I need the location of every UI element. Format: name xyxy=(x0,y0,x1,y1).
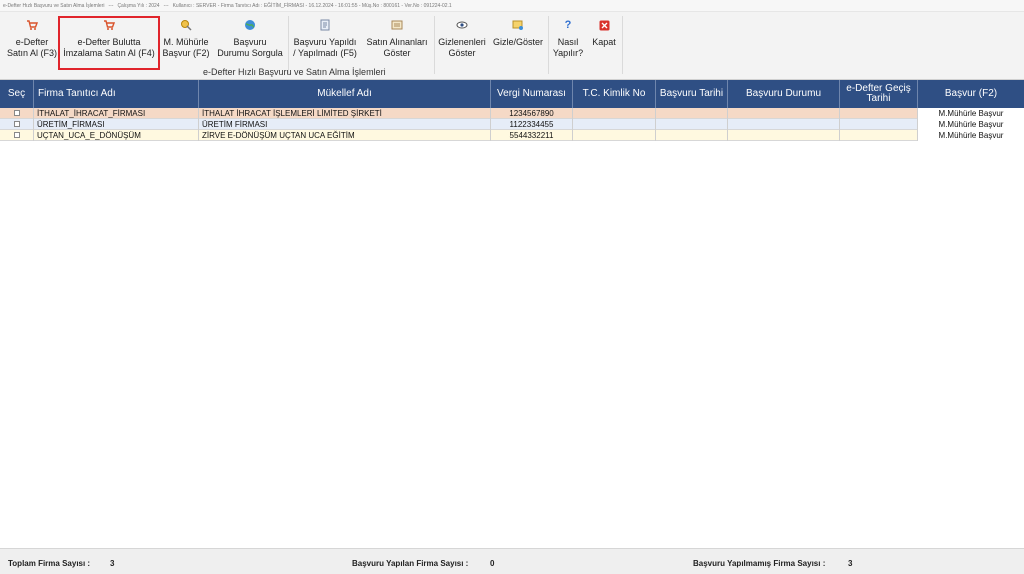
kapat-label: Kapat xyxy=(592,37,616,47)
satin-alinanlari-goster-label: Satın Alınanları Göster xyxy=(366,37,428,58)
col-header-mukellef[interactable]: Mükellef Adı xyxy=(199,80,491,108)
edefter-satin-al-button[interactable]: e-Defter Satın Al (F3) xyxy=(6,18,58,70)
cell-tarih xyxy=(656,108,728,119)
col-header-firma[interactable]: Firma Tanıtıcı Adı xyxy=(34,80,199,108)
row-select-cell[interactable] xyxy=(0,119,34,130)
status-bar: Toplam Firma Sayısı : 3 Başvuru Yapılan … xyxy=(0,548,1024,574)
row-select-cell[interactable] xyxy=(0,130,34,141)
satin-alinanlari-goster-button[interactable]: Satın Alınanları Göster xyxy=(362,18,432,70)
hide-icon xyxy=(511,18,525,32)
list-icon xyxy=(390,18,404,32)
basvuru-durumu-sorgula-button[interactable]: Başvuru Durumu Sorgula xyxy=(214,18,286,70)
cart-icon xyxy=(25,18,39,32)
ribbon-separator xyxy=(622,16,623,74)
eye-icon xyxy=(455,18,469,32)
globe-icon xyxy=(243,18,257,32)
gizle-goster-button[interactable]: Gizle/Göster xyxy=(490,18,546,70)
total-firm-label: Toplam Firma Sayısı : xyxy=(8,559,91,568)
ribbon-separator xyxy=(548,16,549,74)
basvuru-yapildi-yapilmadi-button[interactable]: Başvuru Yapıldı / Yapılmadı (F5) xyxy=(290,18,360,70)
cell-firma: İTHALAT_İHRACAT_FİRMASI xyxy=(34,108,199,119)
cell-gecis xyxy=(840,119,918,130)
window-title-bar: e-Defter Hızlı Başvuru ve Satın Alma İşl… xyxy=(0,0,1024,12)
muhurle-basvur-button[interactable]: M. Mühürle Başvur (F2) xyxy=(160,18,212,70)
cell-basvur-button[interactable]: M.Mühürle Başvur xyxy=(918,119,1024,130)
basvuru-durumu-sorgula-label: Başvuru Durumu Sorgula xyxy=(217,37,283,58)
gizlenenleri-goster-label: Gizlenenleri Göster xyxy=(438,37,486,58)
close-icon xyxy=(597,18,611,32)
seal-icon xyxy=(179,18,193,32)
row-select-cell[interactable] xyxy=(0,108,34,119)
document-icon xyxy=(318,18,332,32)
table-row[interactable]: İTHALAT_İHRACAT_FİRMASI İTHALAT İHRACAT … xyxy=(0,108,1024,119)
kapat-button[interactable]: Kapat xyxy=(588,18,620,70)
edefter-satin-al-label: e-Defter Satın Al (F3) xyxy=(6,37,58,58)
cell-basvur-button[interactable]: M.Mühürle Başvur xyxy=(918,130,1024,141)
cell-tc xyxy=(573,108,656,119)
cell-tc xyxy=(573,119,656,130)
window-title-year: Çalışma Yılı : 2024 xyxy=(117,3,160,9)
cell-firma: UÇTAN_UCA_E_DÖNÜŞÜM xyxy=(34,130,199,141)
cell-basvur-button[interactable]: M.Mühürle Başvur xyxy=(918,108,1024,119)
grid-header: Seç Firma Tanıtıcı Adı Mükellef Adı Verg… xyxy=(0,80,1024,108)
cell-firma: ÜRETİM_FİRMASI xyxy=(34,119,199,130)
muhurle-basvur-label: M. Mühürle Başvur (F2) xyxy=(162,37,210,58)
cell-vergi: 1122334455 xyxy=(491,119,573,130)
gizle-goster-label: Gizle/Göster xyxy=(492,37,543,47)
applied-firm-label: Başvuru Yapılan Firma Sayısı : xyxy=(352,559,469,568)
cell-durum xyxy=(728,119,840,130)
help-icon: ? xyxy=(564,18,572,31)
cell-durum xyxy=(728,130,840,141)
ribbon-group-label: e-Defter Hızlı Başvuru ve Satın Alma İşl… xyxy=(203,67,386,77)
cell-mukellef: İTHALAT İHRACAT İŞLEMLERİ LİMİTED ŞİRKET… xyxy=(199,108,491,119)
cell-tarih xyxy=(656,130,728,141)
col-header-vergi[interactable]: Vergi Numarası xyxy=(491,80,573,108)
col-header-tarih[interactable]: Başvuru Tarihi xyxy=(656,80,728,108)
col-header-basvur[interactable]: Başvur (F2) xyxy=(918,80,1024,108)
nasil-yapilir-button[interactable]: ? Nasıl Yapılır? xyxy=(550,18,586,70)
basvuru-yapildi-yapilmadi-label: Başvuru Yapıldı / Yapılmadı (F5) xyxy=(293,37,357,58)
window-title-app: e-Defter Hızlı Başvuru ve Satın Alma İşl… xyxy=(3,3,105,9)
cell-mukellef: ÜRETİM FİRMASI xyxy=(199,119,491,130)
cell-tarih xyxy=(656,119,728,130)
total-firm-value: 3 xyxy=(110,559,115,568)
col-header-gecis[interactable]: e-Defter Geçiş Tarihi xyxy=(840,80,918,108)
table-row[interactable]: ÜRETİM_FİRMASI ÜRETİM FİRMASI 1122334455… xyxy=(0,119,1024,130)
cell-gecis xyxy=(840,130,918,141)
cell-tc xyxy=(573,130,656,141)
not-applied-firm-value: 3 xyxy=(848,559,853,568)
firm-grid: Seç Firma Tanıtıcı Adı Mükellef Adı Verg… xyxy=(0,80,1024,141)
col-header-durum[interactable]: Başvuru Durumu xyxy=(728,80,840,108)
col-header-sec[interactable]: Seç xyxy=(0,80,34,108)
ribbon-separator xyxy=(288,16,289,74)
row-checkbox[interactable] xyxy=(13,110,20,116)
ribbon-separator xyxy=(434,16,435,74)
gizlenenleri-goster-button[interactable]: Gizlenenleri Göster xyxy=(436,18,488,70)
cell-vergi: 1234567890 xyxy=(491,108,573,119)
col-header-tc[interactable]: T.C. Kimlik No xyxy=(573,80,656,108)
highlight-box xyxy=(58,16,160,70)
row-checkbox[interactable] xyxy=(13,121,20,127)
applied-firm-value: 0 xyxy=(490,559,495,568)
not-applied-firm-label: Başvuru Yapılmamış Firma Sayısı : xyxy=(693,559,826,568)
cell-vergi: 5544332211 xyxy=(491,130,573,141)
row-checkbox[interactable] xyxy=(13,132,20,138)
nasil-yapilir-label: Nasıl Yapılır? xyxy=(552,37,584,58)
cell-gecis xyxy=(840,108,918,119)
table-row[interactable]: UÇTAN_UCA_E_DÖNÜŞÜM ZİRVE E-DÖNÜŞÜM UÇTA… xyxy=(0,130,1024,141)
cell-mukellef: ZİRVE E-DÖNÜŞÜM UÇTAN UCA EĞİTİM xyxy=(199,130,491,141)
window-title-info: Kullanıcı : SERVER - Firma Tanıtıcı Adı … xyxy=(172,3,452,9)
cell-durum xyxy=(728,108,840,119)
app-window: e-Defter Hızlı Başvuru ve Satın Alma İşl… xyxy=(0,0,1024,574)
